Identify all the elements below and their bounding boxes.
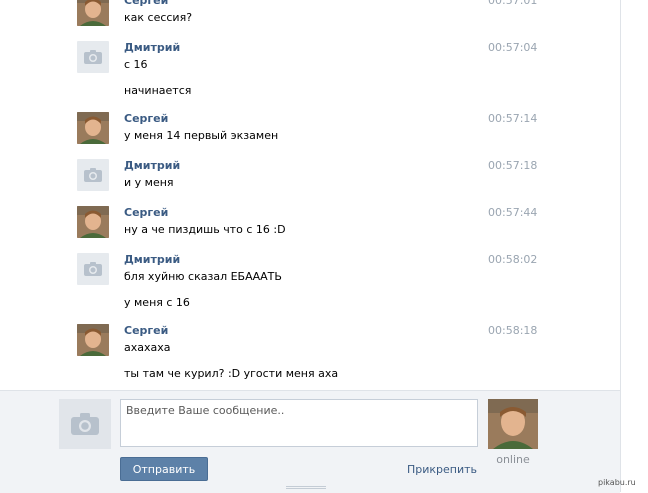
message-time[interactable]: 00:57:18 — [488, 159, 537, 172]
author-avatar[interactable] — [77, 324, 109, 356]
author-name[interactable]: Сергей — [124, 0, 168, 7]
message-input[interactable] — [120, 399, 478, 447]
author-name[interactable]: Дмитрий — [124, 159, 180, 172]
person-photo-icon — [488, 399, 538, 449]
author-name[interactable]: Дмитрий — [124, 41, 180, 54]
message-history: Сергей 00:57:01 как сессия? Дмитрий 00:57:04… — [0, 0, 620, 390]
attach-link[interactable]: Прикрепить — [407, 463, 477, 476]
send-button[interactable]: Отправить — [120, 457, 208, 481]
message-text: и у меня — [124, 176, 174, 189]
author-avatar[interactable] — [77, 112, 109, 144]
right-divider — [620, 0, 621, 492]
message-text: у меня 14 первый экзамен — [124, 129, 279, 142]
message-time[interactable]: 00:57:04 — [488, 41, 537, 54]
author-avatar[interactable] — [77, 159, 109, 191]
partner-avatar[interactable] — [488, 399, 538, 449]
person-photo-icon — [77, 324, 109, 356]
message-text: с 16 — [124, 58, 148, 71]
author-name[interactable]: Сергей — [124, 112, 168, 125]
author-avatar[interactable] — [77, 41, 109, 73]
resize-handle[interactable] — [286, 486, 326, 490]
author-name[interactable]: Дмитрий — [124, 253, 180, 266]
message-time[interactable]: 00:57:14 — [488, 112, 537, 125]
camera-icon — [84, 168, 102, 182]
message-time[interactable]: 00:58:18 — [488, 324, 537, 337]
person-photo-icon — [77, 112, 109, 144]
author-avatar[interactable] — [77, 0, 109, 26]
partner-status: online — [496, 453, 530, 466]
message-text: как сессия? — [124, 11, 193, 24]
author-name[interactable]: Сергей — [124, 206, 168, 219]
watermark: pikabu.ru — [598, 478, 636, 487]
message-time[interactable]: 00:57:44 — [488, 206, 537, 219]
message-text: ты там че курил? :D угости меня аха — [124, 367, 339, 380]
person-photo-icon — [77, 0, 109, 26]
message-text: у меня с 16 — [124, 296, 190, 309]
composer-panel: Отправить Прикрепить online — [0, 390, 620, 493]
author-name[interactable]: Сергей — [124, 324, 168, 337]
message-text: начинается — [124, 84, 192, 97]
camera-icon — [84, 262, 102, 276]
message-text: ахахаха — [124, 341, 171, 354]
my-avatar[interactable] — [59, 399, 111, 449]
message-time[interactable]: 00:58:02 — [488, 253, 537, 266]
person-photo-icon — [77, 206, 109, 238]
message-time[interactable]: 00:57:01 — [488, 0, 537, 7]
message-text: ну а че пиздишь что с 16 :D — [124, 223, 286, 236]
message-text: бля хуйню сказал ЕБАААТЬ — [124, 270, 282, 283]
camera-icon — [71, 413, 99, 435]
author-avatar[interactable] — [77, 206, 109, 238]
camera-icon — [84, 50, 102, 64]
author-avatar[interactable] — [77, 253, 109, 285]
